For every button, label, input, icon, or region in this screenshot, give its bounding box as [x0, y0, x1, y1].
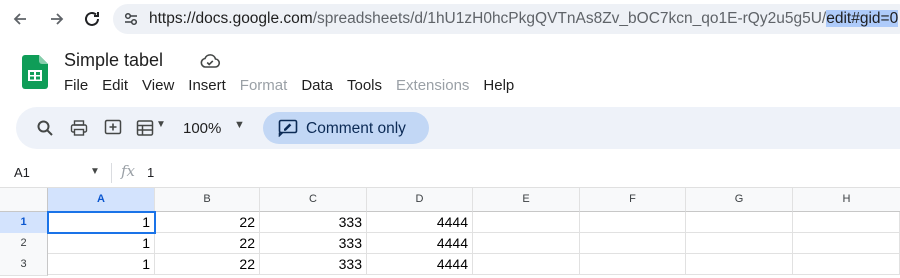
cell-e3[interactable] — [473, 254, 580, 275]
cell-b1[interactable]: 22 — [155, 212, 260, 233]
cell-c1[interactable]: 333 — [260, 212, 367, 233]
reload-icon[interactable] — [80, 7, 104, 31]
menu-edit[interactable]: Edit — [102, 77, 128, 99]
search-icon[interactable] — [34, 117, 56, 139]
cell-b3[interactable]: 22 — [155, 254, 260, 275]
comment-edit-icon — [278, 119, 298, 142]
comment-only-button[interactable]: Comment only — [263, 112, 429, 144]
cell-c2[interactable]: 333 — [260, 233, 367, 254]
cell-d3[interactable]: 4444 — [367, 254, 473, 275]
column-header-g[interactable]: G — [686, 188, 793, 212]
row-header[interactable]: 2 — [0, 233, 48, 255]
cell-g2[interactable] — [686, 233, 793, 254]
url-path: /spreadsheets/d/1hU1zH0hcPkgQVTnAs8Zv_bO… — [312, 10, 827, 27]
zoom-level[interactable]: 100% — [183, 120, 221, 137]
document-title[interactable]: Simple tabel — [64, 50, 163, 71]
cell-g1[interactable] — [686, 212, 793, 233]
formula-separator — [111, 163, 112, 183]
cell-e1[interactable] — [473, 212, 580, 233]
cell-c3[interactable]: 333 — [260, 254, 367, 275]
row-header[interactable]: 3 — [0, 254, 48, 276]
menu-help[interactable]: Help — [483, 77, 514, 99]
address-bar[interactable]: https://docs.google.com/spreadsheets/d/1… — [113, 4, 900, 34]
name-box[interactable]: A1 — [14, 165, 30, 180]
cell-b2[interactable]: 22 — [155, 233, 260, 254]
formula-bar: A1 ▼ fx 1 — [0, 159, 900, 188]
zoom-chevron-down-icon[interactable]: ▼ — [234, 119, 245, 131]
cell-e2[interactable] — [473, 233, 580, 254]
row-header[interactable]: 1 — [0, 212, 48, 234]
menu-extensions[interactable]: Extensions — [396, 77, 469, 99]
menu-file[interactable]: File — [64, 77, 88, 99]
cell-a3[interactable]: 1 — [48, 254, 155, 275]
select-view-icon[interactable] — [134, 117, 156, 139]
cell-f1[interactable] — [580, 212, 686, 233]
site-info-icon[interactable] — [122, 10, 140, 33]
print-icon[interactable] — [68, 117, 90, 139]
cell-h2[interactable] — [793, 233, 900, 254]
toolbar: ▼ 100% ▼ Comment only — [16, 107, 900, 149]
select-all-corner[interactable] — [0, 188, 48, 212]
cell-a1[interactable]: 1 — [47, 211, 156, 234]
column-header-d[interactable]: D — [367, 188, 473, 212]
cell-f2[interactable] — [580, 233, 686, 254]
column-header-e[interactable]: E — [473, 188, 580, 212]
cell-d1[interactable]: 4444 — [367, 212, 473, 233]
cell-d2[interactable]: 4444 — [367, 233, 473, 254]
column-header-c[interactable]: C — [260, 188, 367, 212]
url-text: https://docs.google.com/spreadsheets/d/1… — [149, 10, 899, 28]
menu-bar: File Edit View Insert Format Data Tools … — [64, 77, 528, 99]
cell-h1[interactable] — [793, 212, 900, 233]
column-header-a[interactable]: A — [48, 188, 155, 212]
menu-format[interactable]: Format — [240, 77, 288, 99]
url-selected-text: edit#gid=0 — [826, 10, 899, 27]
menu-tools[interactable]: Tools — [347, 77, 382, 99]
cloud-status-icon[interactable] — [199, 52, 221, 75]
menu-data[interactable]: Data — [301, 77, 333, 99]
sheets-logo-icon[interactable] — [22, 55, 48, 89]
url-host: https://docs.google.com — [149, 10, 313, 27]
view-chevron-down-icon[interactable]: ▼ — [156, 119, 166, 130]
column-header-b[interactable]: B — [155, 188, 260, 212]
column-header-f[interactable]: F — [580, 188, 686, 212]
comment-only-label: Comment only — [306, 120, 406, 137]
browser-toolbar: https://docs.google.com/spreadsheets/d/1… — [0, 0, 900, 38]
menu-insert[interactable]: Insert — [188, 77, 226, 99]
menu-view[interactable]: View — [142, 77, 174, 99]
cell-h3[interactable] — [793, 254, 900, 275]
name-box-chevron-down-icon[interactable]: ▼ — [90, 166, 100, 177]
column-header-h[interactable]: H — [793, 188, 900, 212]
add-comment-icon[interactable] — [102, 117, 124, 139]
cell-a2[interactable]: 1 — [48, 233, 155, 254]
fx-icon: fx — [121, 162, 136, 180]
formula-input[interactable]: 1 — [147, 165, 154, 180]
cell-f3[interactable] — [580, 254, 686, 275]
forward-arrow-icon[interactable] — [45, 7, 69, 31]
back-arrow-icon[interactable] — [8, 7, 32, 31]
cell-g3[interactable] — [686, 254, 793, 275]
